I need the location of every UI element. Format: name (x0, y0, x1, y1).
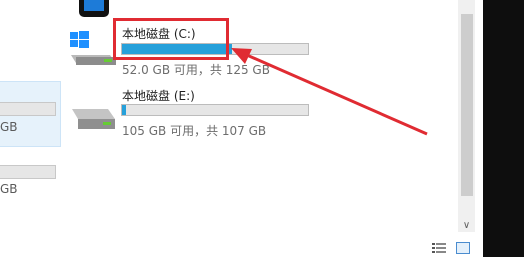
scroll-down-arrow[interactable]: ∨ (459, 220, 474, 232)
scrollbar-thumb[interactable] (461, 14, 473, 196)
window-edge (483, 0, 524, 257)
annotation-arrow (231, 48, 428, 136)
large-icons-view-icon[interactable] (456, 242, 470, 254)
details-view-icon[interactable] (432, 242, 446, 254)
